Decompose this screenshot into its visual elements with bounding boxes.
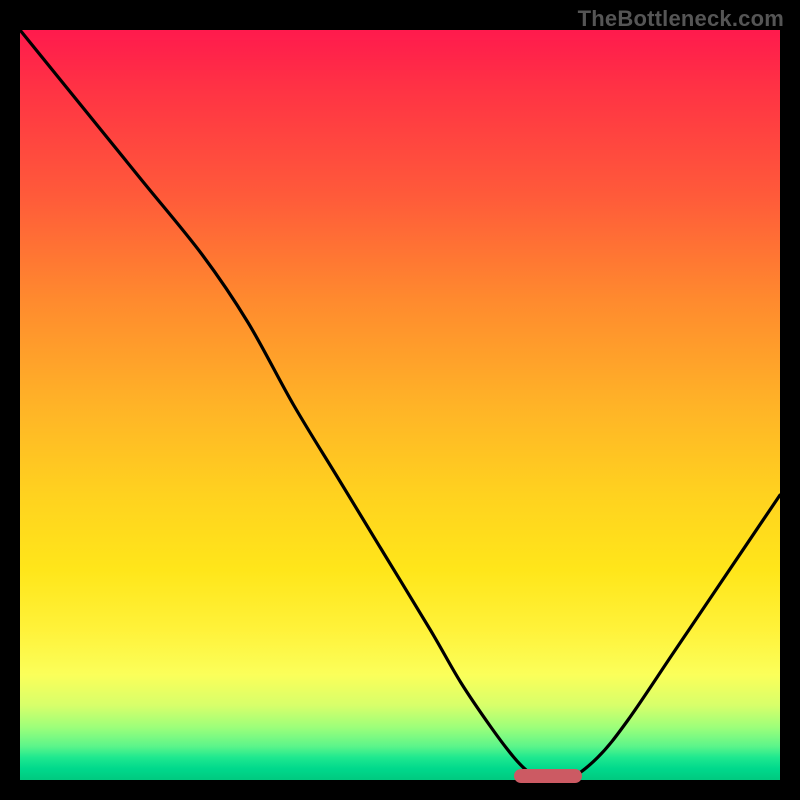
curve-path [20, 30, 780, 782]
plot-area [20, 30, 780, 780]
bottleneck-curve [20, 30, 780, 780]
optimal-range-marker [514, 769, 582, 783]
watermark-text: TheBottleneck.com [578, 6, 784, 32]
chart-frame: TheBottleneck.com [0, 0, 800, 800]
